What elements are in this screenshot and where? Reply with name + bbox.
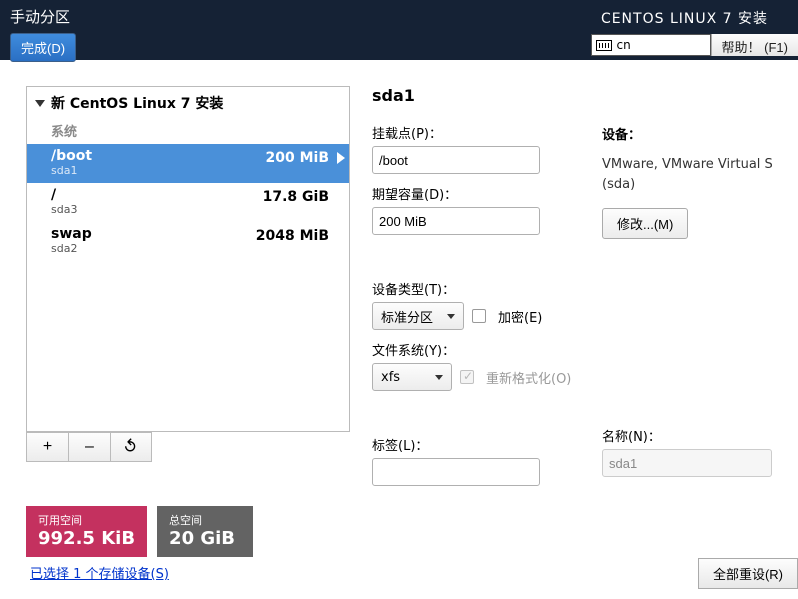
name-input (602, 449, 772, 477)
storage-devices-link[interactable]: 已选择 1 个存储设备(S) (30, 567, 169, 582)
remove-partition-button[interactable]: – (68, 432, 110, 462)
help-button[interactable]: 帮助！ (F1) (711, 34, 798, 56)
reload-icon: ↻ (119, 435, 143, 459)
available-space-value: 992.5 KiB (38, 528, 135, 549)
capacity-input[interactable] (372, 207, 540, 235)
partition-size: 2048 MiB (256, 228, 329, 244)
tag-input[interactable] (372, 458, 540, 486)
installer-title: CENTOS LINUX 7 安装 (601, 8, 768, 28)
total-space-value: 20 GiB (169, 528, 241, 549)
partition-row-root[interactable]: / 17.8 GiB sda3 (27, 183, 349, 222)
filesystem-label: 文件系统(Y)： (372, 340, 778, 359)
filesystem-value: xfs (381, 370, 400, 385)
keyboard-layout-selector[interactable]: cn (591, 34, 711, 56)
header-bar: 手动分区 完成(D) CENTOS LINUX 7 安装 cn 帮助！ (F1) (0, 0, 798, 60)
partition-size: 200 MiB (266, 150, 330, 166)
partition-row-boot[interactable]: /boot 200 MiB sda1 (27, 144, 349, 183)
available-space-box: 可用空间 992.5 KiB (26, 506, 147, 557)
device-header: 设备： (602, 124, 782, 143)
partition-list-panel: 新 CentOS Linux 7 安装 系统 /boot 200 MiB sda… (26, 86, 350, 432)
chevron-down-icon (447, 314, 455, 319)
reformat-checkbox: ✓ (460, 370, 474, 384)
device-value: VMware, VMware Virtual S (sda) (602, 155, 782, 194)
encrypt-label: 加密(E) (498, 307, 542, 326)
system-group-label: 系统 (27, 119, 349, 144)
add-partition-button[interactable]: + (26, 432, 68, 462)
filesystem-select[interactable]: xfs (372, 363, 452, 391)
install-root-row[interactable]: 新 CentOS Linux 7 安装 (27, 87, 349, 119)
device-type-select[interactable]: 标准分区 (372, 302, 464, 330)
modify-button[interactable]: 修改...(M) (602, 208, 688, 239)
partition-toolbar: + – ↻ (26, 432, 350, 462)
reset-all-button[interactable]: 全部重设(R) (698, 558, 798, 589)
details-heading: sda1 (372, 86, 778, 105)
reload-button[interactable]: ↻ (110, 432, 152, 462)
space-summary: 可用空间 992.5 KiB 总空间 20 GiB (26, 506, 798, 557)
partition-details: sda1 挂载点(P)： 期望容量(D)： 设备类型(T)： 标准分区 加密(E… (372, 86, 798, 496)
total-space-box: 总空间 20 GiB (157, 506, 253, 557)
available-space-label: 可用空间 (38, 512, 135, 528)
reformat-label: 重新格式化(O) (486, 368, 571, 387)
encrypt-checkbox[interactable] (472, 309, 486, 323)
chevron-down-icon (435, 375, 443, 380)
chevron-down-icon (35, 100, 45, 107)
total-space-label: 总空间 (169, 512, 241, 528)
device-type-label: 设备类型(T)： (372, 279, 778, 298)
device-type-value: 标准分区 (381, 307, 433, 326)
keyboard-icon (596, 40, 612, 51)
keyboard-layout-value: cn (617, 38, 631, 52)
partition-row-swap[interactable]: swap 2048 MiB sda2 (27, 222, 349, 261)
partition-size: 17.8 GiB (263, 189, 329, 205)
install-root-label: 新 CentOS Linux 7 安装 (51, 93, 223, 113)
mount-point-input[interactable] (372, 146, 540, 174)
name-label: 名称(N)： (602, 426, 782, 445)
done-button[interactable]: 完成(D) (10, 33, 76, 62)
